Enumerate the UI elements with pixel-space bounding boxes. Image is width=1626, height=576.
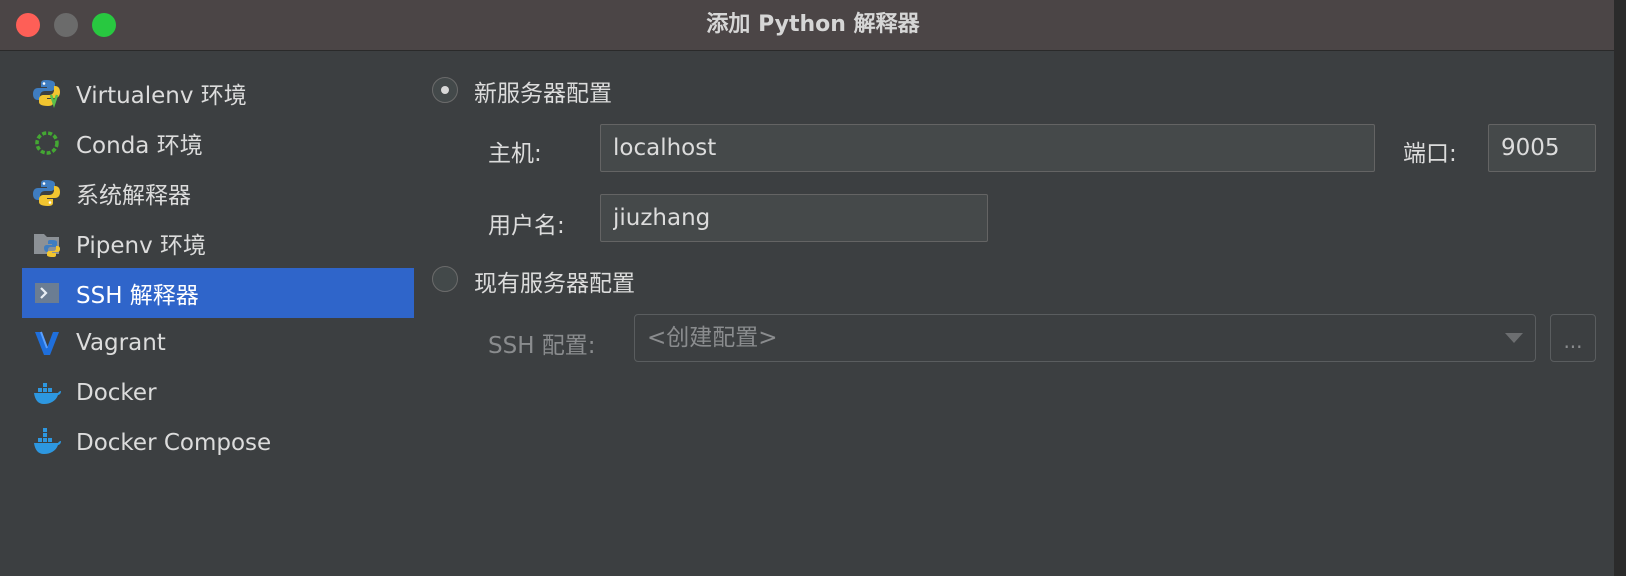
docker-icon xyxy=(34,383,61,404)
sidebar-item-label: Vagrant xyxy=(76,330,166,356)
sidebar-item-label: Docker Compose xyxy=(76,430,272,456)
sidebar-item-label: 系统解释器 xyxy=(76,183,191,209)
ssh-config-label: SSH 配置: xyxy=(488,333,596,359)
vagrant-icon xyxy=(35,331,59,355)
sidebar-item-label: SSH 解释器 xyxy=(76,283,199,309)
sidebar-item-label: Docker xyxy=(76,380,157,406)
sidebar-item-vagrant[interactable]: Vagrant xyxy=(22,318,414,368)
docker-compose-icon xyxy=(34,428,61,454)
browse-ssh-config-button[interactable]: ... xyxy=(1550,314,1596,362)
add-python-interpreter-dialog: 添加 Python 解释器 Virtualenv 环境 Conda 环境 系统解… xyxy=(0,0,1626,576)
pipenv-folder-python-icon xyxy=(34,234,60,257)
port-label: 端口: xyxy=(1403,141,1457,167)
existing-server-radio[interactable] xyxy=(432,266,458,292)
sidebar-item-pipenv[interactable]: Pipenv 环境 xyxy=(22,218,414,268)
sidebar-item-conda[interactable]: Conda 环境 xyxy=(22,118,414,168)
ssh-terminal-icon xyxy=(35,283,59,303)
new-server-radio[interactable] xyxy=(432,77,458,103)
existing-server-label: 现有服务器配置 xyxy=(474,271,635,297)
python-icon xyxy=(33,180,60,206)
username-input[interactable] xyxy=(600,194,988,242)
interpreter-type-list: Virtualenv 环境 Conda 环境 系统解释器 Pipenv 环境 S… xyxy=(22,68,414,468)
sidebar-item-virtualenv[interactable]: Virtualenv 环境 xyxy=(22,68,414,118)
new-server-label: 新服务器配置 xyxy=(474,81,612,107)
window-edge xyxy=(1614,0,1626,576)
username-label: 用户名: xyxy=(488,213,565,239)
dropdown-arrow-icon xyxy=(1505,333,1523,343)
sidebar-item-label: Conda 环境 xyxy=(76,133,203,159)
ssh-config-select[interactable]: <创建配置> xyxy=(634,314,1536,362)
sidebar-item-docker-compose[interactable]: Docker Compose xyxy=(22,418,414,468)
sidebar-item-label: Pipenv 环境 xyxy=(76,233,207,259)
window-title: 添加 Python 解释器 xyxy=(706,12,920,37)
sidebar-item-label: Virtualenv 环境 xyxy=(76,83,247,109)
port-input[interactable] xyxy=(1488,124,1596,172)
conda-icon xyxy=(35,131,59,155)
sidebar-item-docker[interactable]: Docker xyxy=(22,368,414,418)
sidebar-item-system[interactable]: 系统解释器 xyxy=(22,168,414,218)
title-bar: 添加 Python 解释器 xyxy=(0,0,1626,51)
host-input[interactable] xyxy=(600,124,1375,172)
ssh-config-value: <创建配置> xyxy=(647,325,778,351)
virtualenv-python-icon xyxy=(33,80,60,108)
host-label: 主机: xyxy=(488,141,542,167)
sidebar-item-ssh[interactable]: SSH 解释器 xyxy=(22,268,414,318)
